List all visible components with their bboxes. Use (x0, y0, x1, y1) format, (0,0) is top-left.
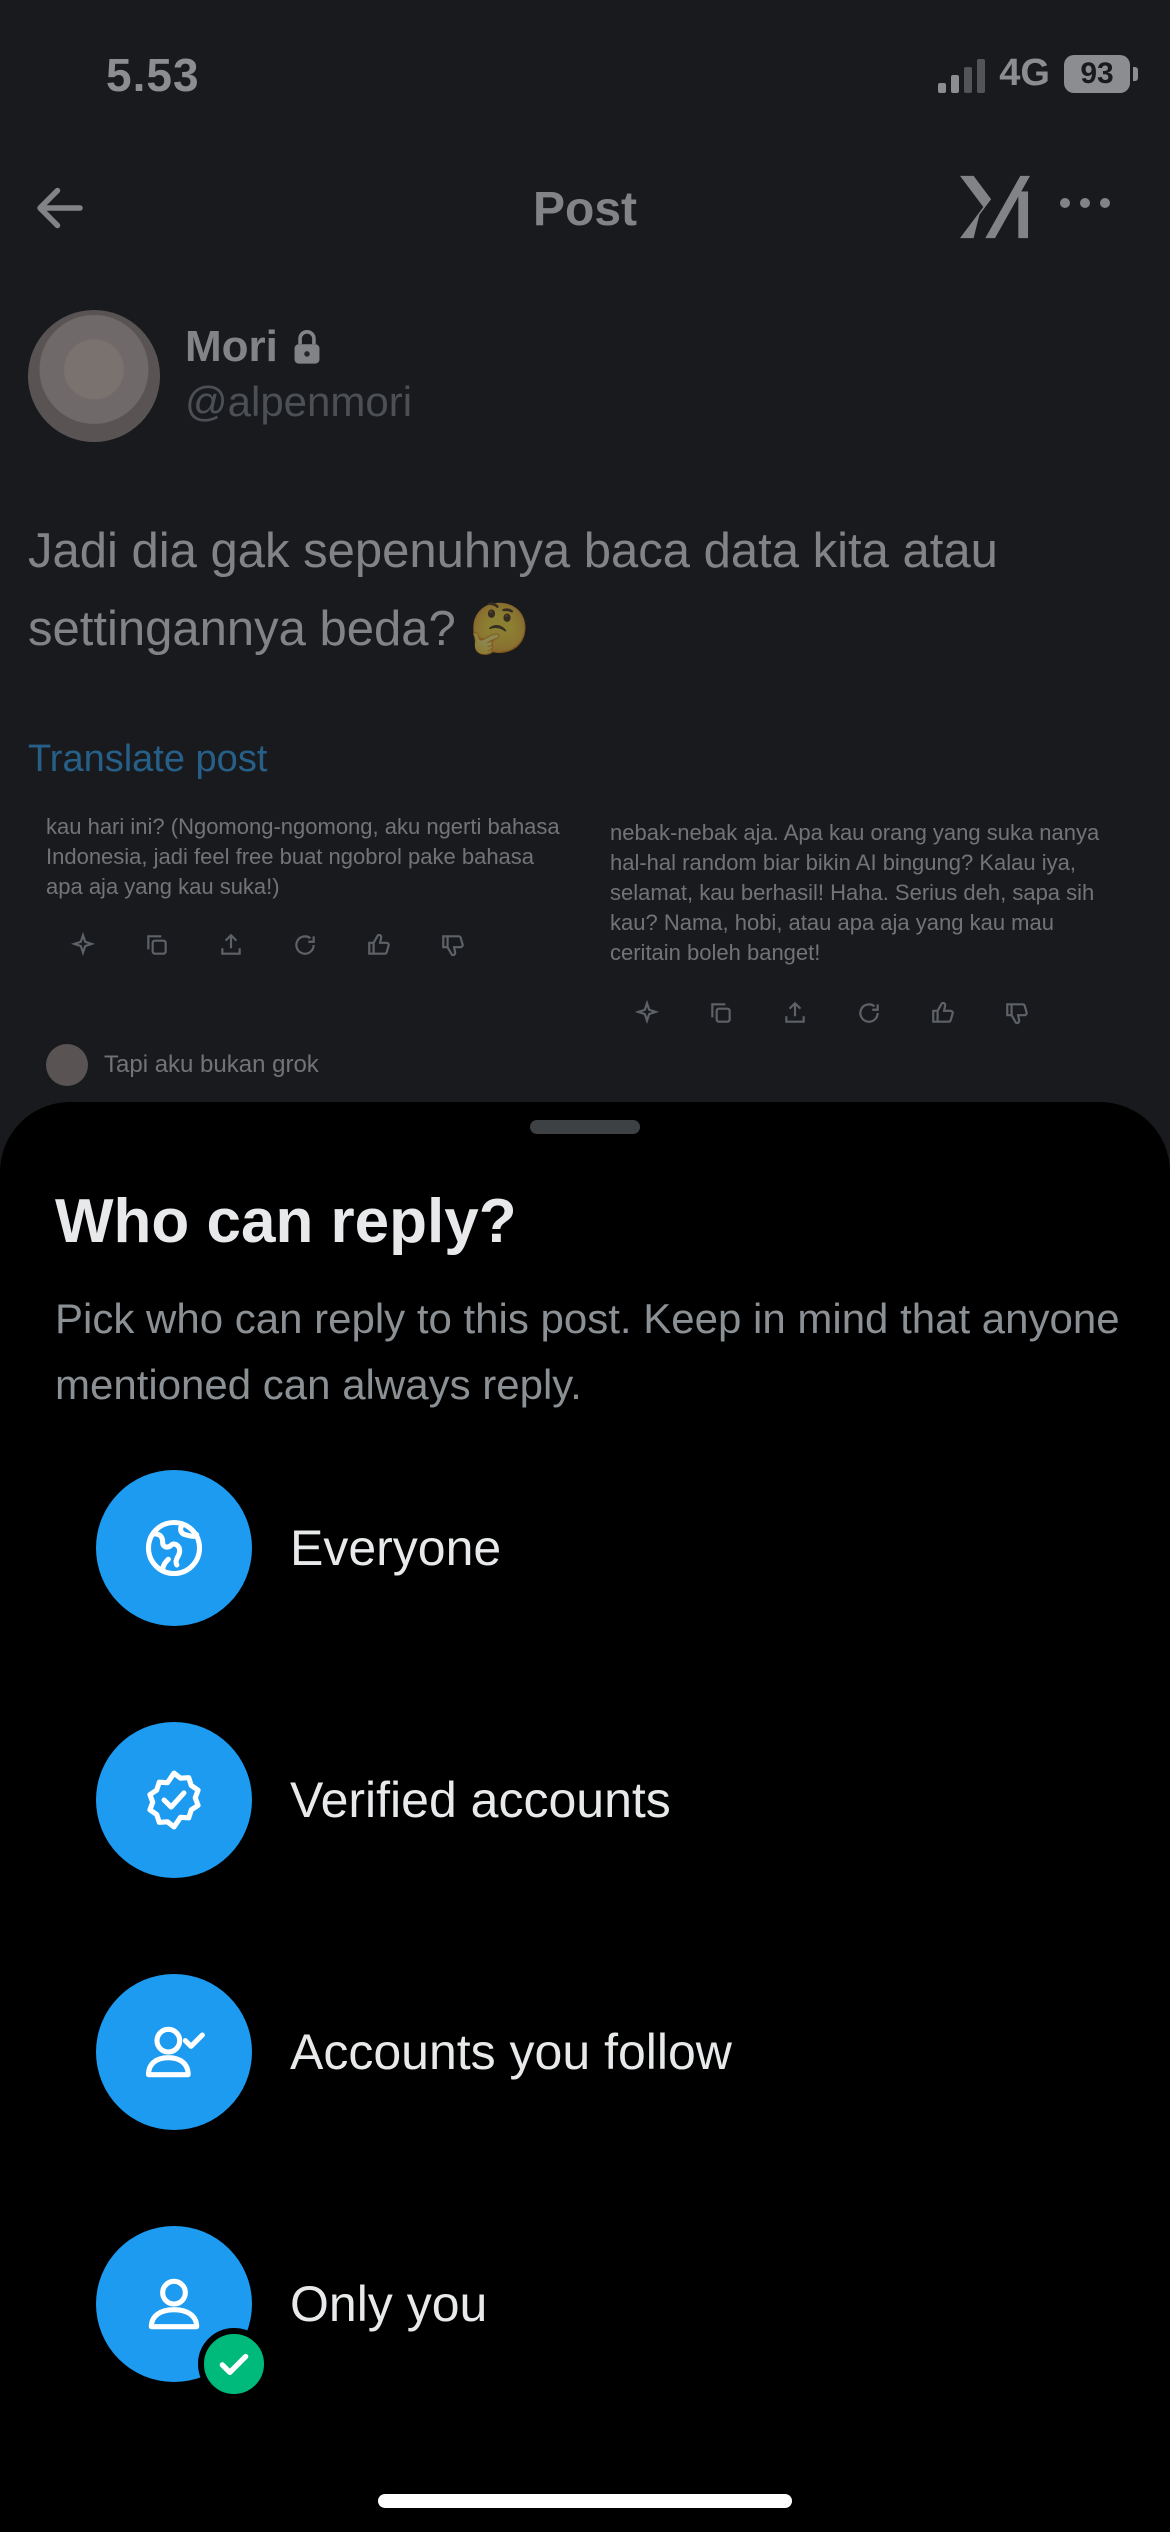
post-text: Jadi dia gak sepenuhnya baca data kita a… (28, 524, 998, 656)
thumbs-up-icon (368, 933, 390, 955)
network-label: 4G (999, 52, 1050, 94)
battery-level: 93 (1080, 56, 1114, 90)
option-accounts-you-follow[interactable]: Accounts you follow (96, 1974, 1096, 2130)
sparkle-icon (634, 1000, 660, 1025)
lock-icon (294, 329, 320, 364)
post-header: Post (0, 160, 1170, 250)
option-label: Everyone (290, 1520, 502, 1576)
option-icon-circle (96, 2226, 270, 2400)
option-label: Accounts you follow (290, 2024, 732, 2080)
option-label: Only you (290, 2276, 488, 2332)
option-everyone[interactable]: Everyone (96, 1470, 1096, 1626)
embedded-user-line: Tapi aku bukan grok (46, 1044, 319, 1086)
person-icon (148, 2278, 200, 2330)
embedded-avatar (46, 1044, 88, 1086)
grok-icon[interactable] (955, 172, 1035, 242)
author-name-text: Mori (185, 322, 278, 371)
share-icon (221, 933, 241, 955)
option-verified-accounts[interactable]: Verified accounts (96, 1722, 1096, 1878)
embedded-user-text: Tapi aku bukan grok (104, 1051, 319, 1078)
share-icon (785, 1001, 805, 1023)
sparkle-icon (70, 932, 96, 957)
thumbs-down-icon (442, 935, 464, 957)
refresh-icon (295, 935, 315, 955)
copy-icon (147, 935, 167, 955)
thumbs-down-icon (1006, 1003, 1028, 1025)
option-only-you[interactable]: Only you (96, 2226, 1096, 2400)
status-indicators: 4G 93 (938, 52, 1138, 95)
author-handle[interactable]: @alpenmori (185, 378, 412, 426)
translate-post-link[interactable]: Translate post (28, 738, 267, 781)
signal-icon (938, 55, 986, 93)
embedded-action-row-left (70, 932, 466, 958)
option-icon-circle (96, 1470, 252, 1626)
person-check-icon (145, 2026, 205, 2078)
copy-icon (711, 1003, 731, 1023)
embedded-text-right: nebak-nebak aja. Apa kau orang yang suka… (610, 820, 1100, 965)
globe-icon (145, 1519, 203, 1577)
sheet-title: Who can reply? (55, 1187, 517, 1256)
option-label: Verified accounts (290, 1772, 671, 1828)
selected-check-badge (198, 2328, 270, 2400)
reply-settings-sheet: Who can reply? Pick who can reply to thi… (0, 1102, 1170, 2532)
more-options-icon[interactable] (1055, 188, 1115, 218)
author-avatar[interactable] (28, 310, 160, 442)
checkmark-icon (219, 2353, 249, 2375)
option-icon-circle (96, 1974, 252, 2130)
verified-badge-icon (147, 1770, 201, 1830)
author-name[interactable]: Mori (185, 322, 324, 372)
battery-icon: 93 (1064, 54, 1138, 93)
home-indicator[interactable] (378, 2494, 792, 2508)
sheet-grabber[interactable] (530, 1120, 640, 1134)
option-icon-circle (96, 1722, 252, 1878)
embedded-action-row-right (634, 1000, 1030, 1026)
thumbs-up-icon (932, 1001, 954, 1023)
status-time: 5.53 (106, 49, 200, 101)
refresh-icon (859, 1003, 879, 1023)
sheet-description: Pick who can reply to this post. Keep in… (55, 1295, 1120, 1408)
embedded-text-left: kau hari ini? (Ngomong-ngomong, aku nger… (46, 814, 560, 899)
